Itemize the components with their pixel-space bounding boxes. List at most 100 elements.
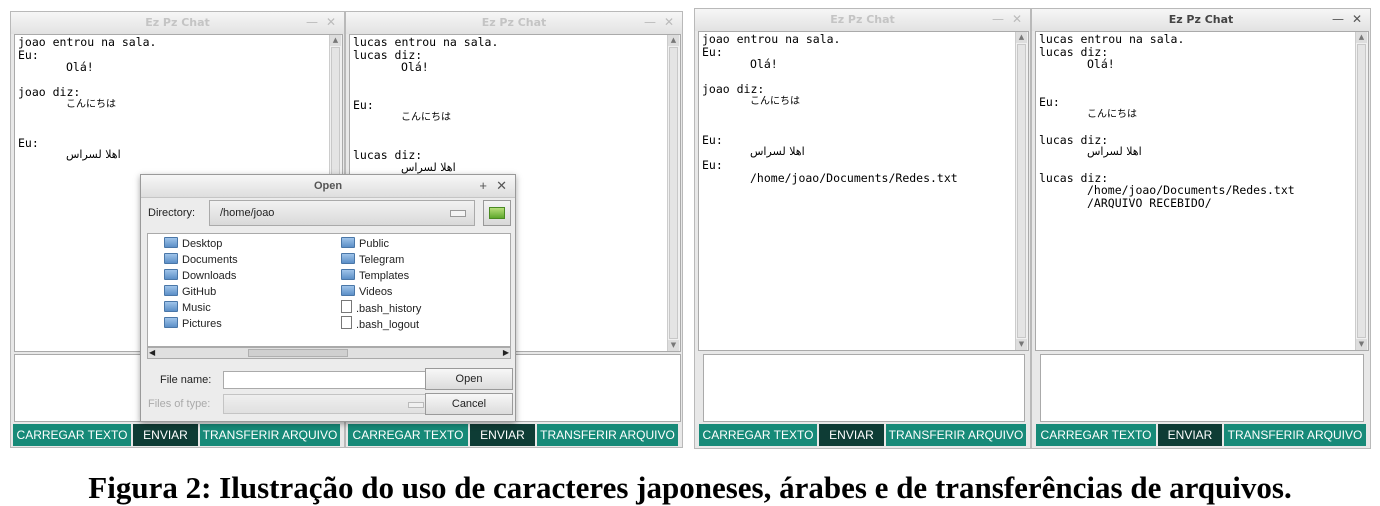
minimize-icon[interactable]: — [992,12,1004,26]
scroll-up-icon[interactable]: ▲ [668,35,679,46]
scroll-thumb[interactable] [1357,44,1366,338]
scroll-thumb[interactable] [248,349,348,357]
button-bar: CARREGAR TEXTO ENVIAR TRANSFERIR ARQUIVO [348,424,680,446]
send-button[interactable]: ENVIAR [819,424,886,446]
file-item[interactable]: .bash_logout [341,316,419,332]
message-line [1039,121,1354,134]
message-line [702,109,1014,122]
folder-icon [164,317,178,328]
file-item[interactable]: Downloads [164,268,236,284]
load-text-button[interactable]: CARREGAR TEXTO [1036,424,1158,446]
scroll-thumb[interactable] [669,47,678,339]
folder-icon [341,285,355,296]
file-item[interactable]: Documents [164,252,238,268]
file-item[interactable]: Pictures [164,316,222,332]
dialog-title-bar[interactable]: Open + ✕ [141,175,515,198]
message-line [1039,71,1354,84]
file-item-label: .bash_logout [356,319,419,331]
new-folder-button[interactable] [483,200,511,226]
file-item-label: .bash_history [356,303,422,315]
minimize-icon[interactable]: — [306,15,318,29]
title-bar[interactable]: Ez Pz Chat — ✕ [1032,9,1370,31]
minimize-icon[interactable]: — [1332,12,1344,26]
scroll-up-icon[interactable]: ▲ [1356,32,1367,43]
close-icon[interactable]: ✕ [496,178,507,194]
load-text-button[interactable]: CARREGAR TEXTO [348,424,470,446]
scroll-down-icon[interactable]: ▼ [1356,339,1367,350]
files-of-type-label: Files of type: [148,398,211,410]
message-line: こんにちは [1087,108,1137,120]
message-line: /home/joao/Documents/Redes.txt [750,170,958,185]
vertical-scrollbar[interactable]: ▲▼ [1015,32,1028,350]
message-line: Eu: [18,135,39,150]
title-bar[interactable]: Ez Pz Chat — ✕ [11,12,344,34]
file-item-label: Telegram [359,254,405,266]
file-item[interactable]: Templates [341,268,409,284]
dialog-title: Open [313,180,343,192]
close-icon[interactable]: ✕ [326,15,336,29]
scroll-right-icon[interactable]: ▶ [503,348,509,357]
title-bar[interactable]: Ez Pz Chat — ✕ [346,12,682,34]
message-line: joao diz: [18,85,81,100]
send-button[interactable]: ENVIAR [470,424,537,446]
directory-combo[interactable]: /home/joao [209,200,475,226]
file-item-label: Public [359,238,389,250]
folder-icon [164,285,178,296]
file-item[interactable]: GitHub [164,284,216,300]
message-line [18,112,328,125]
window-title: Ez Pz Chat [145,16,210,29]
horizontal-scrollbar[interactable]: ◀ ▶ [147,347,511,359]
message-line [353,74,666,87]
scroll-up-icon[interactable]: ▲ [1016,32,1027,43]
vertical-scrollbar[interactable]: ▲▼ [667,35,680,351]
file-item[interactable]: Telegram [341,252,404,268]
open-file-dialog: Open + ✕ Directory: /home/joao Desktop D… [140,174,516,422]
close-icon[interactable]: ✕ [1012,12,1022,26]
close-icon[interactable]: ✕ [1352,12,1362,26]
transfer-file-button[interactable]: TRANSFERIR ARQUIVO [886,424,1028,446]
directory-label: Directory: [148,207,196,219]
message-line: lucas diz: [353,148,423,163]
file-item[interactable]: Music [164,300,211,316]
file-item[interactable]: Public [341,236,389,252]
file-item[interactable]: Desktop [164,236,222,252]
title-bar[interactable]: Ez Pz Chat — ✕ [695,9,1030,31]
scroll-down-icon[interactable]: ▼ [668,340,679,351]
message-input[interactable] [1040,354,1364,422]
folder-icon [341,269,355,280]
chat-log: joao entrou na sala. Eu: Olá! joao diz: … [698,31,1029,351]
minimize-icon[interactable]: — [644,15,656,29]
transfer-file-button[interactable]: TRANSFERIR ARQUIVO [200,424,342,446]
send-button[interactable]: ENVIAR [133,424,200,446]
open-button[interactable]: Open [425,368,513,390]
file-item[interactable]: .bash_history [341,300,421,316]
button-bar: CARREGAR TEXTO ENVIAR TRANSFERIR ARQUIVO [699,424,1028,446]
pin-icon[interactable]: + [479,178,487,193]
chat-window-joao-2: Ez Pz Chat — ✕ joao entrou na sala. Eu: … [694,8,1031,449]
transfer-file-button[interactable]: TRANSFERIR ARQUIVO [537,424,680,446]
file-item[interactable]: Videos [341,284,392,300]
file-item-label: Music [182,302,211,314]
message-input[interactable] [703,354,1025,422]
message-line [702,121,1014,134]
scroll-up-icon[interactable]: ▲ [330,35,341,46]
vertical-scrollbar[interactable]: ▲▼ [1355,32,1368,350]
cancel-button[interactable]: Cancel [425,393,513,415]
message-line: Eu: [353,97,374,112]
file-item-label: Desktop [182,238,223,250]
close-icon[interactable]: ✕ [664,15,674,29]
scroll-thumb[interactable] [1017,44,1026,338]
load-text-button[interactable]: CARREGAR TEXTO [699,424,819,446]
scroll-down-icon[interactable]: ▼ [1016,339,1027,350]
directory-value: /home/joao [220,207,275,219]
scroll-left-icon[interactable]: ◀ [149,348,155,357]
load-text-button[interactable]: CARREGAR TEXTO [13,424,133,446]
send-button[interactable]: ENVIAR [1158,424,1224,446]
message-line: اهلا لسراس [750,145,805,159]
message-line: اهلا لسراس [1087,145,1142,159]
files-of-type-combo[interactable] [223,394,431,414]
file-name-input[interactable] [223,371,431,389]
file-item-label: GitHub [182,286,217,298]
transfer-file-button[interactable]: TRANSFERIR ARQUIVO [1224,424,1368,446]
message-line: Eu: [1039,94,1060,109]
